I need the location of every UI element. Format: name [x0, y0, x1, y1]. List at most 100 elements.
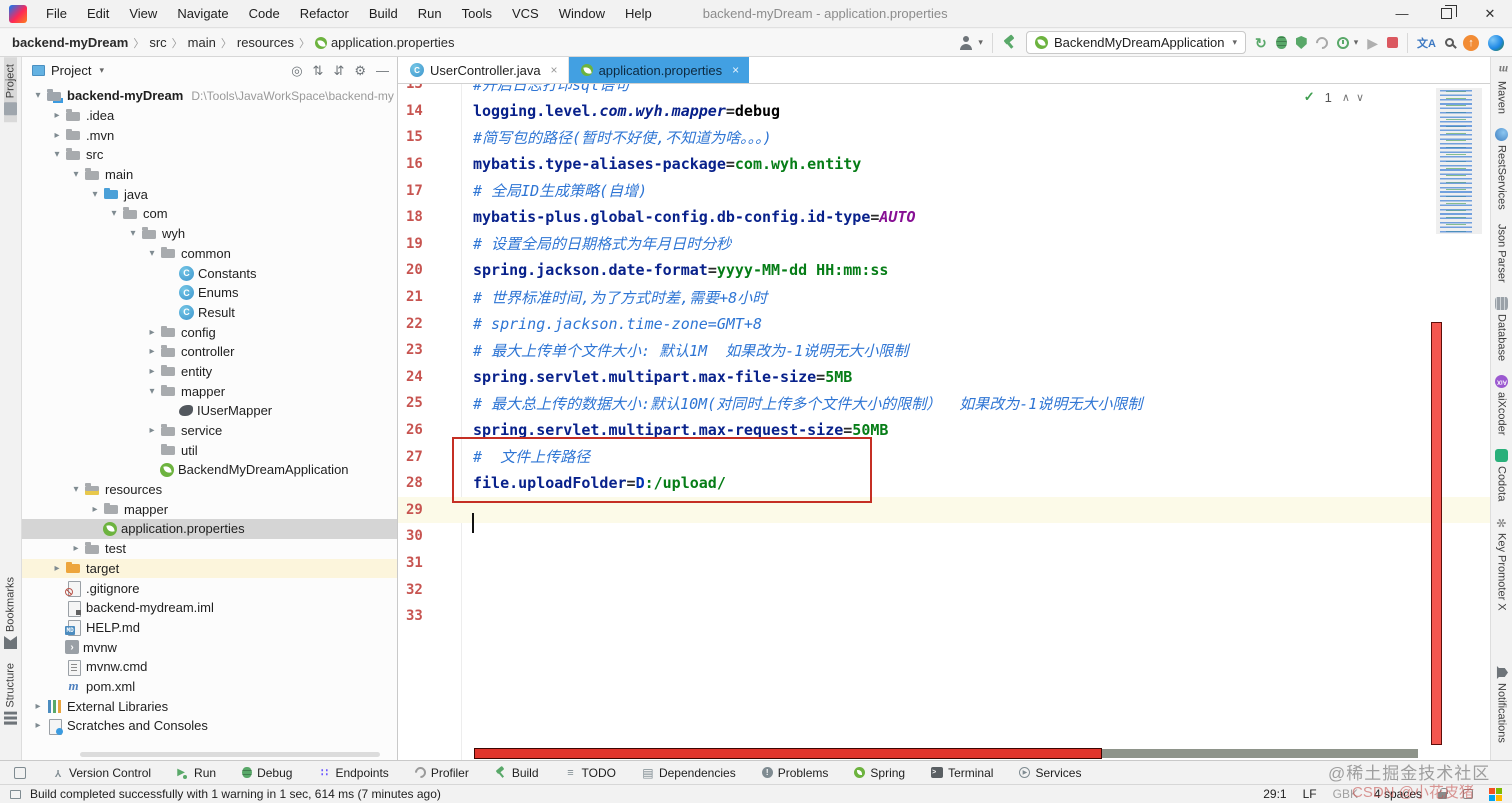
code-line-16[interactable]: 16 mybatis.type-aliases-package=com.wyh.e…	[398, 151, 1490, 178]
chevron-collapsed-icon[interactable]: ▸	[49, 563, 65, 574]
toolwindow-todo[interactable]: ≡ TODO	[565, 766, 616, 780]
stripe-item-database[interactable]: Database	[1495, 290, 1508, 368]
tree-item--mvn[interactable]: ▸ .mvn	[22, 125, 397, 145]
code-line-23[interactable]: 23 # 最大上传单个文件大小: 默认1M 如果改为-1说明无大小限制	[398, 337, 1490, 364]
search-everywhere-button[interactable]	[1445, 38, 1454, 47]
menu-item-navigate[interactable]: Navigate	[168, 2, 237, 25]
chevron-expanded-icon[interactable]: ▾	[49, 149, 65, 160]
debug-button[interactable]	[1275, 36, 1287, 49]
menu-item-edit[interactable]: Edit	[78, 2, 118, 25]
stripe-item-bookmarks[interactable]: Bookmarks	[4, 570, 17, 656]
menu-item-tools[interactable]: Tools	[453, 2, 501, 25]
tree-item--idea[interactable]: ▸ .idea	[22, 106, 397, 126]
stripe-item-project[interactable]: Project	[4, 57, 17, 123]
plugin-sphere-button[interactable]	[1488, 34, 1504, 51]
stripe-item-json-parser[interactable]: Json Parser	[1496, 217, 1508, 290]
status-message[interactable]: Build completed successfully with 1 warn…	[30, 787, 441, 801]
tree-item--gitignore[interactable]: .gitignore	[22, 578, 397, 598]
chevron-collapsed-icon[interactable]: ▸	[68, 543, 84, 554]
coverage-button[interactable]	[1295, 36, 1307, 49]
chevron-expanded-icon[interactable]: ▾	[106, 208, 122, 219]
code-line-17[interactable]: 17 # 全局ID生成策略(自增)	[398, 177, 1490, 204]
status-29-1[interactable]: 29:1	[1263, 787, 1286, 801]
toolwindow-services[interactable]: ▶ Services	[1019, 766, 1081, 780]
breadcrumb-item[interactable]: backend-myDream	[12, 35, 128, 50]
tree-item-main[interactable]: ▾ main	[22, 165, 397, 185]
chevron-collapsed-icon[interactable]: ▸	[49, 130, 65, 141]
chevron-expanded-icon[interactable]: ▾	[30, 90, 46, 101]
tree-item-com[interactable]: ▾ com	[22, 204, 397, 224]
chevron-expanded-icon[interactable]: ▾	[68, 169, 84, 180]
breadcrumb-item[interactable]: src	[149, 35, 166, 50]
chevron-collapsed-icon[interactable]: ▸	[144, 346, 160, 357]
stripe-item-key-promoter-x[interactable]: ✻ Key Promoter X	[1494, 509, 1508, 618]
code-line-33[interactable]: 33	[398, 603, 1490, 630]
settings-gear-button[interactable]: ⚙	[354, 63, 366, 79]
tree-item-constants[interactable]: Constants	[22, 263, 397, 283]
chevron-collapsed-icon[interactable]: ▸	[30, 720, 46, 731]
tab-close-icon[interactable]: ×	[732, 63, 739, 77]
editor-tab-usercontroller-java[interactable]: C UserController.java ×	[398, 57, 569, 83]
chevron-collapsed-icon[interactable]: ▸	[87, 504, 103, 515]
code-line-24[interactable]: 24 spring.servlet.multipart.max-file-size…	[398, 364, 1490, 391]
locate-file-button[interactable]: ◎	[291, 63, 302, 79]
editor-horizontal-scrollbar[interactable]	[1102, 749, 1418, 758]
expand-all-button[interactable]: ⇅	[313, 63, 324, 79]
menu-item-run[interactable]: Run	[409, 2, 451, 25]
tree-item-test[interactable]: ▸ test	[22, 539, 397, 559]
tree-item-backendmydreamapplication[interactable]: BackendMyDreamApplication	[22, 460, 397, 480]
toolwindow-endpoints[interactable]: ∷ Endpoints	[318, 766, 389, 780]
chevron-collapsed-icon[interactable]: ▸	[144, 366, 160, 377]
editor-tab-application-properties[interactable]: application.properties ×	[568, 57, 750, 83]
stop-button[interactable]	[1387, 37, 1399, 48]
chevron-collapsed-icon[interactable]: ▸	[144, 425, 160, 436]
chevron-expanded-icon[interactable]: ▾	[68, 484, 84, 495]
run-configuration-select[interactable]: BackendMyDreamApplication ▾	[1025, 31, 1246, 54]
chevron-expanded-icon[interactable]: ▾	[144, 248, 160, 259]
chevron-collapsed-icon[interactable]: ▸	[144, 327, 160, 338]
stripe-item-structure[interactable]: Structure	[4, 656, 17, 732]
tree-item-application-properties[interactable]: application.properties	[22, 519, 397, 539]
stripe-item-aixcoder[interactable]: AiX aiXcoder	[1495, 368, 1508, 442]
inspection-prev-next-buttons[interactable]: ∧∨	[1342, 91, 1370, 104]
tree-item-target[interactable]: ▸ target	[22, 558, 397, 579]
toolwindow-run[interactable]: ▶ Run	[177, 766, 216, 780]
chevron-collapsed-icon[interactable]: ▸	[49, 110, 65, 121]
close-button[interactable]: ✕	[1468, 0, 1512, 28]
toolwindow-terminal[interactable]: > Terminal	[931, 766, 993, 780]
tree-item-result[interactable]: Result	[22, 303, 397, 323]
code-line-32[interactable]: 32	[398, 576, 1490, 603]
status-event-icon[interactable]	[10, 789, 21, 799]
menu-item-help[interactable]: Help	[616, 2, 661, 25]
translate-button[interactable]: 文A	[1417, 35, 1436, 51]
tree-item-resources[interactable]: ▾ resources	[22, 480, 397, 500]
chevron-expanded-icon[interactable]: ▾	[144, 386, 160, 397]
hide-panel-button[interactable]: —	[376, 63, 389, 78]
chevron-expanded-icon[interactable]: ▾	[87, 189, 103, 200]
restore-button[interactable]	[1424, 0, 1468, 28]
menu-item-file[interactable]: File	[37, 2, 76, 25]
stripe-item-notifications[interactable]: Notifications	[1495, 659, 1508, 750]
update-notification-button[interactable]: ↑	[1463, 34, 1479, 51]
breadcrumb-item[interactable]: application.properties	[314, 35, 455, 50]
editor-content[interactable]: 13 #开启日志打印sql语句 14 logging.level.com.wyh.ma…	[398, 84, 1490, 760]
tree-item-backend-mydream[interactable]: ▾ backend-myDream D:\Tools\JavaWorkSpace\b…	[22, 86, 397, 106]
tree-item-pom-xml[interactable]: pom.xml	[22, 677, 397, 697]
rerun-button[interactable]: ↻	[1255, 36, 1267, 50]
code-line-18[interactable]: 18 mybatis-plus.global-config.db-config.i…	[398, 204, 1490, 231]
code-line-31[interactable]: 31	[398, 550, 1490, 577]
tree-item-src[interactable]: ▾ src	[22, 145, 397, 165]
chevron-collapsed-icon[interactable]: ▸	[30, 701, 46, 712]
code-line-25[interactable]: 25 # 最大总上传的数据大小:默认10M(对同时上传多个文件大小的限制） 如果改…	[398, 390, 1490, 417]
menu-item-vcs[interactable]: VCS	[503, 2, 548, 25]
code-line-22[interactable]: 22 # spring.jackson.time-zone=GMT+8	[398, 310, 1490, 337]
collapse-all-button[interactable]: ⇵	[333, 63, 344, 79]
code-line-20[interactable]: 20 spring.jackson.date-format=yyyy-MM-dd …	[398, 257, 1490, 284]
code-line-30[interactable]: 30	[398, 523, 1490, 550]
toolwindow-dependencies[interactable]: ▤ Dependencies	[642, 766, 735, 780]
tree-item-enums[interactable]: Enums	[22, 283, 397, 303]
tree-item-service[interactable]: ▸ service	[22, 421, 397, 441]
toolwindow-version-control[interactable]: Y Version Control	[52, 766, 151, 780]
toolwindow-problems[interactable]: ! Problems	[761, 766, 828, 780]
tree-item-wyh[interactable]: ▾ wyh	[22, 224, 397, 244]
